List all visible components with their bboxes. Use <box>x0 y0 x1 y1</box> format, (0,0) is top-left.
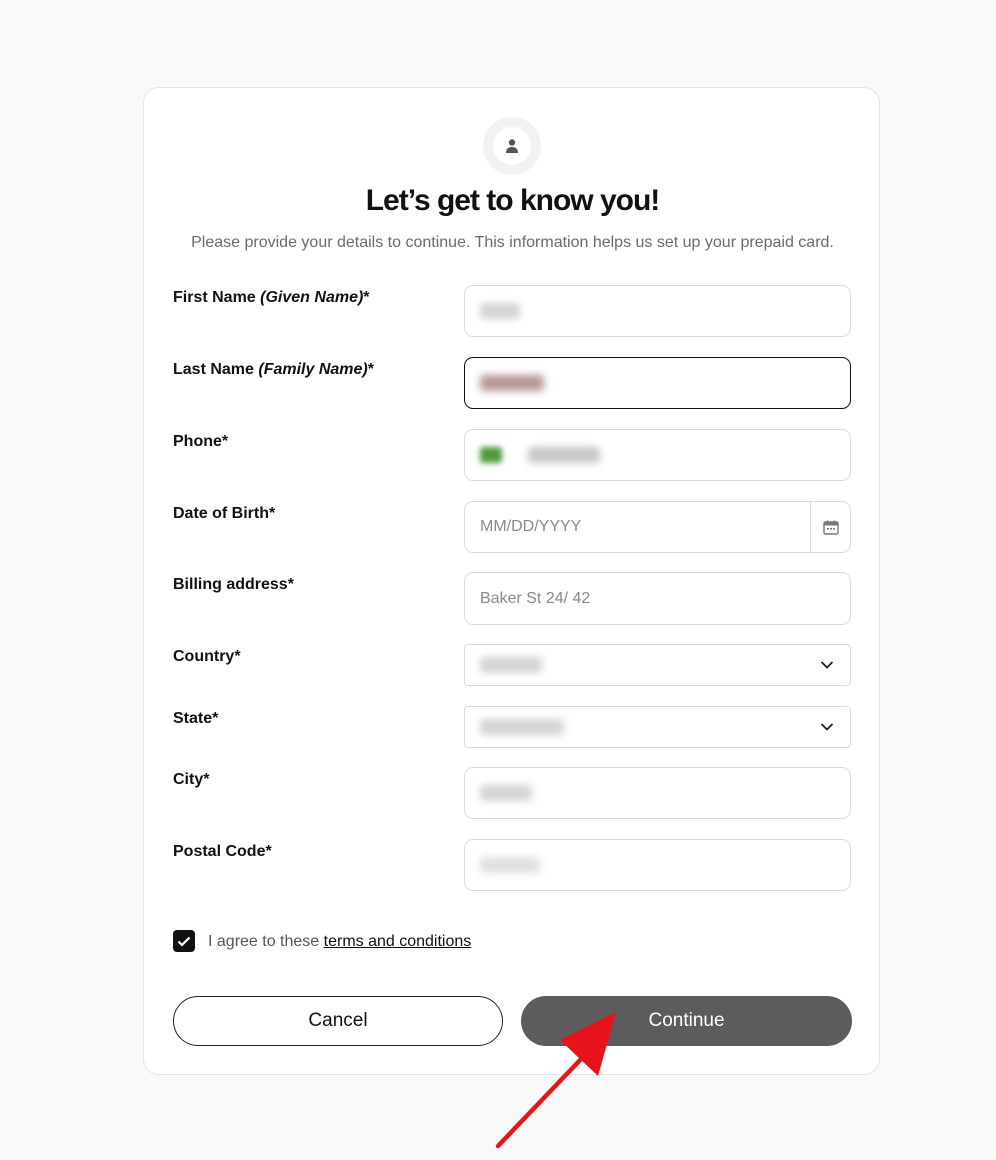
calendar-icon <box>822 520 839 535</box>
checkmark-icon <box>177 936 191 947</box>
billing-placeholder: Baker St 24/ 42 <box>480 589 591 607</box>
redacted-value <box>480 657 542 673</box>
dob-input[interactable]: MM/DD/YYYY <box>464 501 851 553</box>
phone-label: Phone* <box>173 433 229 450</box>
terms-agreement: I agree to these terms and conditions <box>208 933 471 951</box>
billing-address-input[interactable]: Baker St 24/ 42 <box>464 572 851 625</box>
postal-label: Postal Code* <box>173 843 272 860</box>
redacted-value <box>480 375 544 391</box>
city-label: City* <box>173 771 210 788</box>
dob-placeholder: MM/DD/YYYY <box>480 518 582 535</box>
page-title: Let’s get to know you! <box>365 184 661 217</box>
cancel-button[interactable]: Cancel <box>173 996 503 1046</box>
terms-checkbox[interactable] <box>173 930 195 952</box>
country-label: Country* <box>173 648 241 665</box>
calendar-button[interactable] <box>810 502 850 552</box>
redacted-value <box>480 303 520 319</box>
billing-label: Billing address* <box>173 576 294 593</box>
city-input[interactable] <box>464 767 851 819</box>
country-flag-icon[interactable] <box>480 447 502 463</box>
redacted-value <box>480 785 532 801</box>
avatar <box>483 117 541 175</box>
dob-label: Date of Birth* <box>173 505 276 522</box>
state-select[interactable] <box>464 706 851 748</box>
agreement-text: I agree to these <box>208 933 320 950</box>
phone-input[interactable] <box>464 429 851 481</box>
last-name-input[interactable] <box>464 357 851 409</box>
first-name-label: First Name (Given Name)* <box>173 289 370 306</box>
user-icon <box>506 139 518 153</box>
state-label: State* <box>173 710 219 727</box>
onboarding-card: Let’s get to know you! Please provide yo… <box>143 87 880 1075</box>
redacted-value <box>528 447 600 463</box>
country-select[interactable] <box>464 644 851 686</box>
last-name-label: Last Name (Family Name)* <box>173 361 374 378</box>
redacted-value <box>480 719 564 735</box>
postal-code-input[interactable] <box>464 839 851 891</box>
continue-button[interactable]: Continue <box>521 996 852 1046</box>
page-subtitle: Please provide your details to continue.… <box>191 234 834 251</box>
chevron-down-icon <box>820 723 834 732</box>
terms-link[interactable]: terms and conditions <box>324 933 472 950</box>
redacted-value <box>480 857 540 873</box>
chevron-down-icon <box>820 661 834 670</box>
first-name-input[interactable] <box>464 285 851 337</box>
